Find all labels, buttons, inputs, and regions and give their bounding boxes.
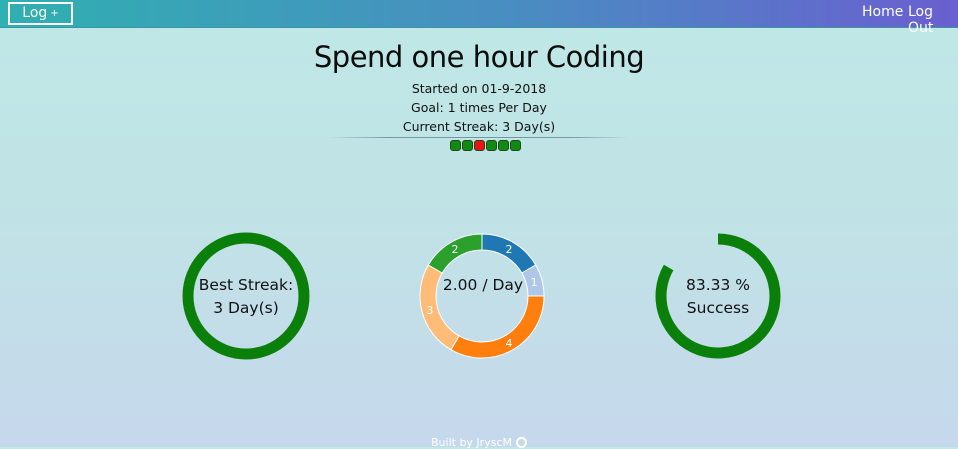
footer: Built by JryscM	[0, 436, 958, 449]
github-icon[interactable]	[515, 437, 527, 448]
best-streak-title: Best Streak:	[198, 276, 294, 294]
best-streak-label: Best Streak: 3 Day(s)	[186, 274, 306, 320]
donut-slice-label: 2	[506, 243, 513, 256]
donut-slice-2	[450, 295, 545, 359]
average-label: 2.00 / Day	[442, 276, 524, 294]
success-title: Success	[686, 299, 750, 317]
best-streak-value: 3 Day(s)	[213, 299, 279, 317]
footer-text: Built by JryscM	[431, 436, 512, 449]
donut-slice-label: 4	[506, 337, 513, 350]
donut-slice-label: 2	[452, 243, 459, 256]
success-label: 83.33 % Success	[656, 274, 780, 320]
success-percent: 83.33 %	[685, 276, 751, 294]
donut-slice-label: 3	[426, 304, 433, 317]
charts-layer: 21432	[182, 232, 781, 360]
average-donut-chart: 21432	[419, 233, 545, 359]
